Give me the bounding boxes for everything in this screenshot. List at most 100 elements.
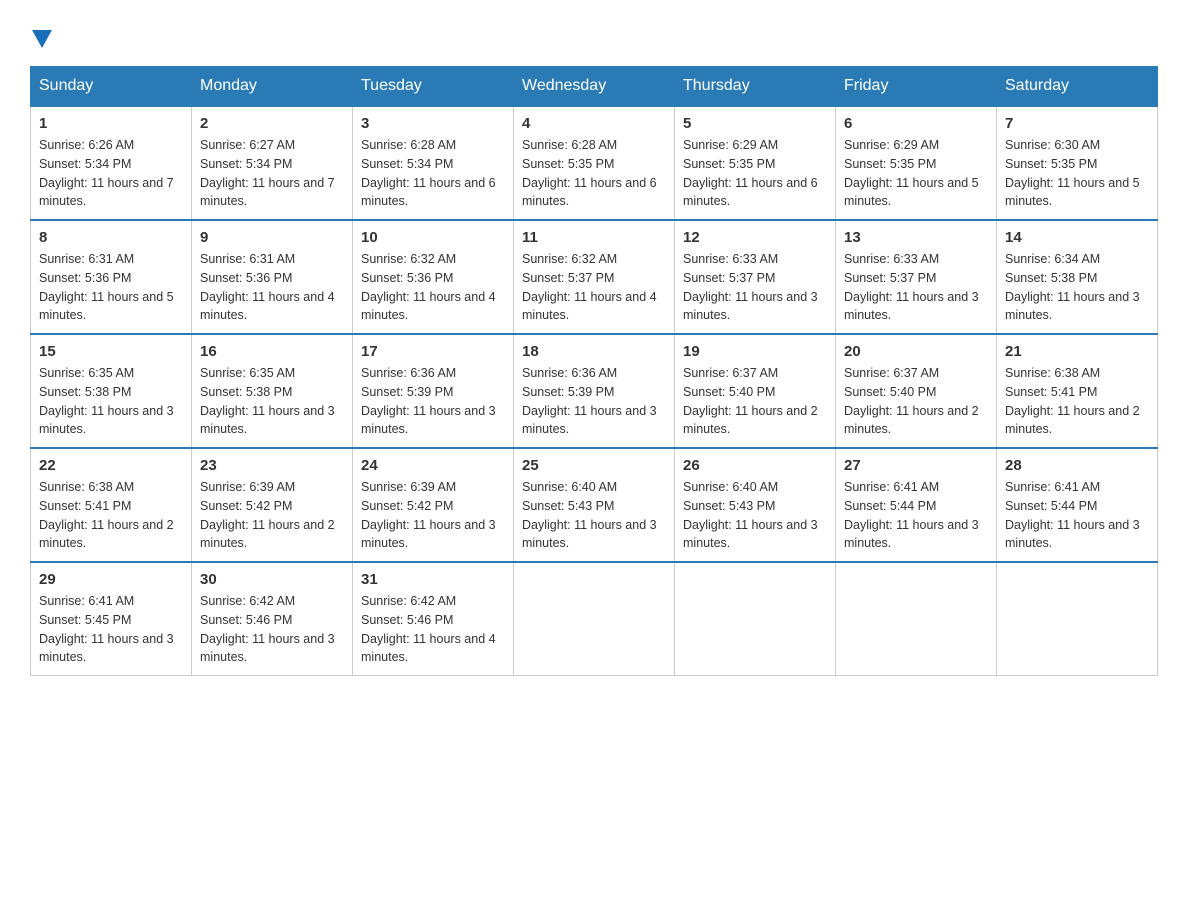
day-number: 2 bbox=[200, 115, 344, 132]
column-header-wednesday: Wednesday bbox=[514, 67, 675, 107]
logo-triangle-icon bbox=[32, 30, 52, 48]
day-info: Sunrise: 6:41 AM Sunset: 5:44 PM Dayligh… bbox=[1005, 478, 1149, 553]
day-info: Sunrise: 6:37 AM Sunset: 5:40 PM Dayligh… bbox=[844, 364, 988, 439]
calendar-cell: 3 Sunrise: 6:28 AM Sunset: 5:34 PM Dayli… bbox=[353, 106, 514, 220]
calendar-cell: 17 Sunrise: 6:36 AM Sunset: 5:39 PM Dayl… bbox=[353, 334, 514, 448]
day-number: 16 bbox=[200, 343, 344, 360]
day-number: 21 bbox=[1005, 343, 1149, 360]
calendar-cell: 16 Sunrise: 6:35 AM Sunset: 5:38 PM Dayl… bbox=[192, 334, 353, 448]
calendar-cell: 28 Sunrise: 6:41 AM Sunset: 5:44 PM Dayl… bbox=[997, 448, 1158, 562]
day-number: 4 bbox=[522, 115, 666, 132]
calendar-cell: 19 Sunrise: 6:37 AM Sunset: 5:40 PM Dayl… bbox=[675, 334, 836, 448]
day-info: Sunrise: 6:42 AM Sunset: 5:46 PM Dayligh… bbox=[200, 592, 344, 667]
column-header-saturday: Saturday bbox=[997, 67, 1158, 107]
week-row-1: 1 Sunrise: 6:26 AM Sunset: 5:34 PM Dayli… bbox=[31, 106, 1158, 220]
day-number: 30 bbox=[200, 571, 344, 588]
day-number: 12 bbox=[683, 229, 827, 246]
day-info: Sunrise: 6:39 AM Sunset: 5:42 PM Dayligh… bbox=[361, 478, 505, 553]
day-info: Sunrise: 6:36 AM Sunset: 5:39 PM Dayligh… bbox=[361, 364, 505, 439]
day-info: Sunrise: 6:29 AM Sunset: 5:35 PM Dayligh… bbox=[844, 136, 988, 211]
calendar-cell: 7 Sunrise: 6:30 AM Sunset: 5:35 PM Dayli… bbox=[997, 106, 1158, 220]
day-info: Sunrise: 6:32 AM Sunset: 5:36 PM Dayligh… bbox=[361, 250, 505, 325]
day-info: Sunrise: 6:35 AM Sunset: 5:38 PM Dayligh… bbox=[39, 364, 183, 439]
day-number: 19 bbox=[683, 343, 827, 360]
calendar-cell: 30 Sunrise: 6:42 AM Sunset: 5:46 PM Dayl… bbox=[192, 562, 353, 676]
calendar-cell: 22 Sunrise: 6:38 AM Sunset: 5:41 PM Dayl… bbox=[31, 448, 192, 562]
week-row-5: 29 Sunrise: 6:41 AM Sunset: 5:45 PM Dayl… bbox=[31, 562, 1158, 676]
day-info: Sunrise: 6:35 AM Sunset: 5:38 PM Dayligh… bbox=[200, 364, 344, 439]
calendar-cell: 14 Sunrise: 6:34 AM Sunset: 5:38 PM Dayl… bbox=[997, 220, 1158, 334]
day-number: 31 bbox=[361, 571, 505, 588]
calendar-header-row: SundayMondayTuesdayWednesdayThursdayFrid… bbox=[31, 67, 1158, 107]
column-header-friday: Friday bbox=[836, 67, 997, 107]
week-row-3: 15 Sunrise: 6:35 AM Sunset: 5:38 PM Dayl… bbox=[31, 334, 1158, 448]
day-info: Sunrise: 6:32 AM Sunset: 5:37 PM Dayligh… bbox=[522, 250, 666, 325]
calendar-cell: 23 Sunrise: 6:39 AM Sunset: 5:42 PM Dayl… bbox=[192, 448, 353, 562]
calendar-cell bbox=[997, 562, 1158, 676]
column-header-thursday: Thursday bbox=[675, 67, 836, 107]
day-number: 27 bbox=[844, 457, 988, 474]
calendar-cell: 18 Sunrise: 6:36 AM Sunset: 5:39 PM Dayl… bbox=[514, 334, 675, 448]
day-info: Sunrise: 6:31 AM Sunset: 5:36 PM Dayligh… bbox=[39, 250, 183, 325]
day-number: 15 bbox=[39, 343, 183, 360]
day-info: Sunrise: 6:33 AM Sunset: 5:37 PM Dayligh… bbox=[683, 250, 827, 325]
day-number: 10 bbox=[361, 229, 505, 246]
day-info: Sunrise: 6:41 AM Sunset: 5:44 PM Dayligh… bbox=[844, 478, 988, 553]
calendar-cell: 1 Sunrise: 6:26 AM Sunset: 5:34 PM Dayli… bbox=[31, 106, 192, 220]
day-info: Sunrise: 6:41 AM Sunset: 5:45 PM Dayligh… bbox=[39, 592, 183, 667]
calendar-cell: 11 Sunrise: 6:32 AM Sunset: 5:37 PM Dayl… bbox=[514, 220, 675, 334]
day-info: Sunrise: 6:29 AM Sunset: 5:35 PM Dayligh… bbox=[683, 136, 827, 211]
calendar-cell: 27 Sunrise: 6:41 AM Sunset: 5:44 PM Dayl… bbox=[836, 448, 997, 562]
calendar-cell: 12 Sunrise: 6:33 AM Sunset: 5:37 PM Dayl… bbox=[675, 220, 836, 334]
week-row-2: 8 Sunrise: 6:31 AM Sunset: 5:36 PM Dayli… bbox=[31, 220, 1158, 334]
day-number: 20 bbox=[844, 343, 988, 360]
calendar-table: SundayMondayTuesdayWednesdayThursdayFrid… bbox=[30, 66, 1158, 676]
calendar-cell: 29 Sunrise: 6:41 AM Sunset: 5:45 PM Dayl… bbox=[31, 562, 192, 676]
calendar-cell: 21 Sunrise: 6:38 AM Sunset: 5:41 PM Dayl… bbox=[997, 334, 1158, 448]
calendar-cell: 13 Sunrise: 6:33 AM Sunset: 5:37 PM Dayl… bbox=[836, 220, 997, 334]
day-info: Sunrise: 6:34 AM Sunset: 5:38 PM Dayligh… bbox=[1005, 250, 1149, 325]
day-info: Sunrise: 6:38 AM Sunset: 5:41 PM Dayligh… bbox=[39, 478, 183, 553]
logo bbox=[30, 30, 52, 46]
day-number: 13 bbox=[844, 229, 988, 246]
day-number: 14 bbox=[1005, 229, 1149, 246]
day-info: Sunrise: 6:30 AM Sunset: 5:35 PM Dayligh… bbox=[1005, 136, 1149, 211]
day-info: Sunrise: 6:38 AM Sunset: 5:41 PM Dayligh… bbox=[1005, 364, 1149, 439]
calendar-cell: 5 Sunrise: 6:29 AM Sunset: 5:35 PM Dayli… bbox=[675, 106, 836, 220]
day-number: 5 bbox=[683, 115, 827, 132]
calendar-cell: 10 Sunrise: 6:32 AM Sunset: 5:36 PM Dayl… bbox=[353, 220, 514, 334]
column-header-tuesday: Tuesday bbox=[353, 67, 514, 107]
calendar-cell: 25 Sunrise: 6:40 AM Sunset: 5:43 PM Dayl… bbox=[514, 448, 675, 562]
day-info: Sunrise: 6:42 AM Sunset: 5:46 PM Dayligh… bbox=[361, 592, 505, 667]
calendar-cell bbox=[836, 562, 997, 676]
day-info: Sunrise: 6:31 AM Sunset: 5:36 PM Dayligh… bbox=[200, 250, 344, 325]
day-info: Sunrise: 6:33 AM Sunset: 5:37 PM Dayligh… bbox=[844, 250, 988, 325]
day-info: Sunrise: 6:37 AM Sunset: 5:40 PM Dayligh… bbox=[683, 364, 827, 439]
day-info: Sunrise: 6:40 AM Sunset: 5:43 PM Dayligh… bbox=[522, 478, 666, 553]
calendar-cell: 8 Sunrise: 6:31 AM Sunset: 5:36 PM Dayli… bbox=[31, 220, 192, 334]
day-number: 3 bbox=[361, 115, 505, 132]
calendar-cell: 2 Sunrise: 6:27 AM Sunset: 5:34 PM Dayli… bbox=[192, 106, 353, 220]
calendar-cell bbox=[514, 562, 675, 676]
week-row-4: 22 Sunrise: 6:38 AM Sunset: 5:41 PM Dayl… bbox=[31, 448, 1158, 562]
day-info: Sunrise: 6:39 AM Sunset: 5:42 PM Dayligh… bbox=[200, 478, 344, 553]
calendar-cell: 26 Sunrise: 6:40 AM Sunset: 5:43 PM Dayl… bbox=[675, 448, 836, 562]
calendar-cell: 15 Sunrise: 6:35 AM Sunset: 5:38 PM Dayl… bbox=[31, 334, 192, 448]
day-number: 17 bbox=[361, 343, 505, 360]
day-number: 25 bbox=[522, 457, 666, 474]
day-number: 1 bbox=[39, 115, 183, 132]
day-number: 24 bbox=[361, 457, 505, 474]
column-header-monday: Monday bbox=[192, 67, 353, 107]
day-number: 23 bbox=[200, 457, 344, 474]
day-number: 11 bbox=[522, 229, 666, 246]
day-info: Sunrise: 6:27 AM Sunset: 5:34 PM Dayligh… bbox=[200, 136, 344, 211]
day-number: 28 bbox=[1005, 457, 1149, 474]
day-number: 22 bbox=[39, 457, 183, 474]
day-number: 29 bbox=[39, 571, 183, 588]
calendar-cell: 4 Sunrise: 6:28 AM Sunset: 5:35 PM Dayli… bbox=[514, 106, 675, 220]
page-header bbox=[30, 30, 1158, 46]
day-number: 9 bbox=[200, 229, 344, 246]
calendar-cell: 20 Sunrise: 6:37 AM Sunset: 5:40 PM Dayl… bbox=[836, 334, 997, 448]
calendar-cell: 24 Sunrise: 6:39 AM Sunset: 5:42 PM Dayl… bbox=[353, 448, 514, 562]
calendar-cell: 31 Sunrise: 6:42 AM Sunset: 5:46 PM Dayl… bbox=[353, 562, 514, 676]
